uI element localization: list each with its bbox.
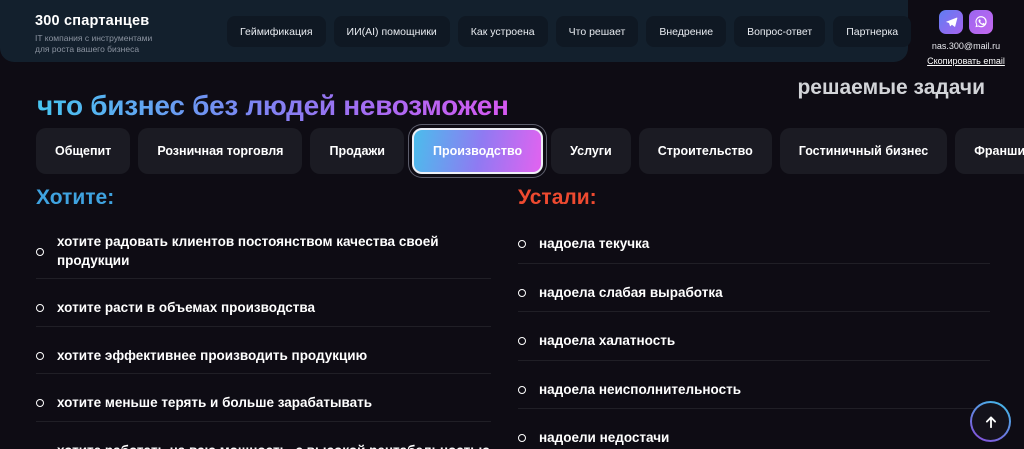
nav-item[interactable]: ИИ(AI) помощники <box>334 16 450 47</box>
logo-subtitle: IT компания с инструментами для роста ва… <box>35 33 152 55</box>
list-item-text: надоела халатность <box>539 332 675 351</box>
list-item: надоела халатность <box>518 312 990 361</box>
logo[interactable]: 300 спартанцев IT компания с инструмента… <box>35 13 152 55</box>
section-title-tasks: решаемые задачи <box>797 76 985 100</box>
nav-item[interactable]: Как устроена <box>458 16 548 47</box>
want-list: хотите радовать клиентов постоянством ка… <box>36 213 491 449</box>
category-tab[interactable]: Общепит <box>36 128 130 174</box>
list-item: хотите расти в объемах производства <box>36 279 491 327</box>
list-item: хотите радовать клиентов постоянством ка… <box>36 213 491 279</box>
scroll-to-top-button[interactable] <box>970 401 1011 442</box>
copy-email-link[interactable]: Скопировать email <box>927 56 1005 66</box>
whatsapp-icon[interactable] <box>969 10 993 34</box>
tired-title: Устали: <box>518 186 597 210</box>
circle-bullet-icon <box>36 304 44 312</box>
circle-bullet-icon <box>518 386 526 394</box>
list-item-text: надоели недостачи <box>539 429 669 448</box>
list-item: хотите эффективнее производить продукцию <box>36 327 491 375</box>
list-item: надоела слабая выработка <box>518 264 990 313</box>
list-item-text: надоела неисполнительность <box>539 381 741 400</box>
top-header: 300 спартанцев IT компания с инструмента… <box>0 0 908 62</box>
want-title: Хотите: <box>36 186 114 210</box>
circle-bullet-icon <box>36 352 44 360</box>
circle-bullet-icon <box>36 399 44 407</box>
list-item-text: хотите эффективнее производить продукцию <box>57 347 367 366</box>
circle-bullet-icon <box>36 248 44 256</box>
arrow-up-icon <box>972 403 1009 440</box>
list-item: надоела неисполнительность <box>518 361 990 410</box>
contact-email: nas.300@mail.ru <box>918 41 1014 51</box>
logo-title: 300 спартанцев <box>35 13 152 29</box>
category-tab[interactable]: Производство <box>412 128 543 174</box>
category-tab[interactable]: Франшиза <box>955 128 1024 174</box>
list-item: надоела текучка <box>518 215 990 264</box>
logo-subtitle-line1: IT компания с инструментами <box>35 33 152 43</box>
tired-list: надоела текучка надоела слабая выработка… <box>518 215 990 449</box>
circle-bullet-icon <box>518 434 526 442</box>
category-tab[interactable]: Услуги <box>551 128 631 174</box>
list-item-text: хотите радовать клиентов постоянством ка… <box>57 233 491 270</box>
list-item-text: хотите расти в объемах производства <box>57 299 315 318</box>
circle-bullet-icon <box>518 289 526 297</box>
social-icons <box>918 10 1014 34</box>
nav-item[interactable]: Вопрос-ответ <box>734 16 825 47</box>
category-tab[interactable]: Розничная торговля <box>138 128 302 174</box>
circle-bullet-icon <box>518 337 526 345</box>
category-tab[interactable]: Гостиничный бизнес <box>780 128 947 174</box>
nav-item[interactable]: Партнерка <box>833 16 911 47</box>
category-tab[interactable]: Строительство <box>639 128 772 174</box>
nav-item[interactable]: Геймификация <box>227 16 326 47</box>
list-item-text: надоела слабая выработка <box>539 284 723 303</box>
list-item-text: хотите работать на всю мощность, с высок… <box>57 442 491 449</box>
nav-item[interactable]: Что решает <box>556 16 639 47</box>
contact-block: nas.300@mail.ru Скопировать email <box>918 10 1014 69</box>
hero-heading: что бизнес без людей невозможен <box>37 90 509 122</box>
category-tabs: Общепит Розничная торговля Продажи Произ… <box>36 128 1024 174</box>
list-item-text: хотите меньше терять и больше зарабатыва… <box>57 394 372 413</box>
main-nav: Геймификация ИИ(AI) помощники Как устрое… <box>227 16 911 47</box>
category-tab[interactable]: Продажи <box>310 128 404 174</box>
list-item: хотите работать на всю мощность, с высок… <box>36 422 491 449</box>
nav-item[interactable]: Внедрение <box>646 16 726 47</box>
page: 300 спартанцев IT компания с инструмента… <box>0 0 1024 449</box>
logo-subtitle-line2: для роста вашего бизнеса <box>35 44 139 54</box>
circle-bullet-icon <box>518 240 526 248</box>
list-item: надоели недостачи <box>518 409 990 449</box>
list-item-text: надоела текучка <box>539 235 649 254</box>
telegram-icon[interactable] <box>939 10 963 34</box>
list-item: хотите меньше терять и больше зарабатыва… <box>36 374 491 422</box>
